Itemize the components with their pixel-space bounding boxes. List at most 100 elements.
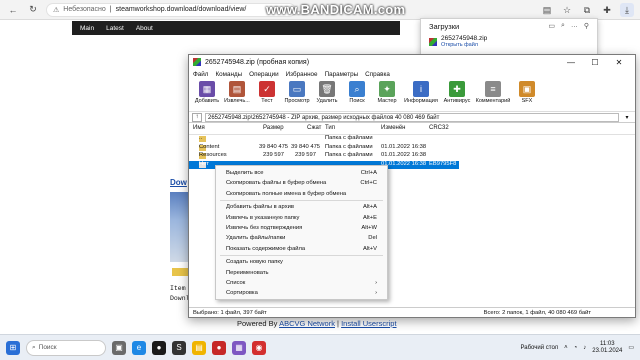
menu-delete[interactable]: Удалить файлы/папки Del [216, 233, 387, 243]
mi-shortcut: Alt+V [362, 245, 377, 252]
col-name[interactable]: Имя [193, 125, 205, 131]
obs-icon[interactable]: ● [152, 340, 166, 355]
reload-icon[interactable]: ↻ [26, 3, 40, 17]
nav-latest[interactable]: Latest [106, 25, 124, 32]
footer-link-userscript[interactable]: Install Userscript [341, 319, 396, 328]
bandicam-icon[interactable]: ◉ [252, 340, 266, 355]
extract-label: Извлечь... [224, 98, 250, 104]
antivirus-button[interactable]: ✚ Антивирус [441, 81, 473, 111]
taskbar-search[interactable]: ⌕ Поиск [26, 339, 106, 356]
explorer-icon[interactable]: ▤ [192, 340, 206, 355]
chevron-down-icon[interactable]: ▾ [622, 114, 632, 121]
menu-new-folder[interactable]: Создать новую папку [216, 257, 387, 267]
extensions-icon[interactable]: ✚ [600, 3, 614, 17]
minimize-icon[interactable]: — [559, 58, 583, 67]
menu-view-mode[interactable]: Список › [216, 278, 387, 288]
app-icon[interactable]: ● [212, 340, 226, 355]
mi-label: Выделить все [226, 170, 264, 176]
menu-rename[interactable]: Переименовать [216, 268, 387, 278]
open-file-link[interactable]: Открыть файл [441, 42, 487, 48]
close-icon[interactable]: ✕ [607, 58, 631, 67]
folder-icon[interactable]: ▭ [548, 22, 555, 30]
col-type[interactable]: Тип [325, 125, 335, 131]
menu-copy-files[interactable]: Скопировать файлы в буфер обмена Ctrl+C [216, 178, 387, 188]
menu-help[interactable]: Справка [365, 71, 390, 78]
search-icon[interactable]: ⌕ [561, 22, 565, 30]
more-icon[interactable]: … [571, 22, 578, 30]
delete-button[interactable]: 🗑 Удалить [313, 81, 341, 111]
menu-extract-to[interactable]: Извлечь в указанную папку Alt+E [216, 213, 387, 223]
col-packed[interactable]: Сжат [307, 125, 321, 131]
sfx-icon: ▣ [519, 81, 535, 97]
mi-label: Сортировка [226, 290, 258, 297]
chevron-up-icon[interactable]: ˄ [564, 345, 568, 351]
menu-view-file[interactable]: Показать содержимое файла Alt+V [216, 244, 387, 254]
winrar-taskbar-icon[interactable]: ▦ [232, 340, 246, 355]
network-icon[interactable]: ◔ [574, 345, 578, 351]
col-modified[interactable]: Изменён [381, 125, 406, 131]
test-label: Тест [261, 98, 273, 104]
split-icon[interactable]: ⧉ [580, 3, 594, 17]
menu-separator [220, 255, 383, 257]
menu-commands[interactable]: Команды [215, 71, 242, 78]
comment-icon: ≡ [485, 81, 501, 97]
start-icon[interactable]: ⊞ [6, 340, 20, 355]
favorites-icon[interactable]: ☆ [560, 3, 574, 17]
sfx-button[interactable]: ▣ SFX [513, 81, 541, 111]
nav-main[interactable]: Main [80, 25, 94, 32]
extract-button[interactable]: ▤ Извлечь... [223, 81, 251, 111]
winrar-titlebar[interactable]: 2652745948.zip (пробная копия) — ☐ ✕ [189, 55, 635, 69]
download-link[interactable]: Dow [170, 178, 187, 187]
antivirus-label: Антивирус [443, 98, 471, 104]
volume-icon[interactable]: ♪ [583, 345, 586, 351]
row-name: Resources [199, 152, 227, 158]
address-bar[interactable]: ⚠ Небезопасно | steamworkshop.download/d… [46, 2, 296, 17]
task-view-icon[interactable]: ▣ [112, 340, 126, 355]
footer-link-abcvg[interactable]: ABCVG Network [279, 319, 335, 328]
clock[interactable]: 11:03 23.01.2024 [592, 341, 622, 355]
download-item[interactable]: 2652745948.zip Открыть файл [421, 33, 597, 50]
find-icon: ⌕ [349, 81, 365, 97]
info-button[interactable]: i Информация [403, 81, 439, 111]
find-button[interactable]: ⌕ Поиск [343, 81, 371, 111]
col-size[interactable]: Размер [263, 125, 284, 131]
up-folder-icon[interactable]: ↑ [192, 112, 202, 122]
menu-sort[interactable]: Сортировка › [216, 288, 387, 298]
file-row[interactable]: .. Папка с файлами [189, 135, 635, 144]
mi-shortcut: Ctrl+A [360, 170, 377, 176]
wizard-button[interactable]: ✦ Мастер [373, 81, 401, 111]
edge-icon[interactable]: e [132, 340, 146, 355]
mi-label: Показать содержимое файла [226, 245, 306, 252]
menu-favorites[interactable]: Избранное [286, 71, 318, 78]
file-row[interactable]: Resources 239 597 239 597 Папка с файлам… [189, 152, 635, 161]
mi-label: Создать новую папку [226, 259, 283, 266]
maximize-icon[interactable]: ☐ [583, 58, 607, 67]
menu-add-to-archive[interactable]: Добавить файлы в архив Alt+A [216, 202, 387, 212]
notifications-icon[interactable]: ▭ [628, 344, 634, 351]
archive-path[interactable]: 2652745948.zip\2652745948 - ZIP архив, р… [205, 112, 619, 122]
collections-icon[interactable]: ▤ [540, 3, 554, 17]
add-button[interactable]: ▦ Добавить [193, 81, 221, 111]
pin-icon[interactable]: ⚲ [584, 22, 589, 30]
view-button[interactable]: ▭ Просмотр [283, 81, 311, 111]
menu-operations[interactable]: Операции [249, 71, 278, 78]
steam-icon[interactable]: S [172, 340, 186, 355]
menu-separator [220, 200, 383, 202]
path-bar: ↑ 2652745948.zip\2652745948 - ZIP архив,… [189, 112, 635, 123]
menu-select-all[interactable]: Выделить все Ctrl+A [216, 168, 387, 178]
back-icon[interactable]: ← [6, 3, 20, 17]
menu-file[interactable]: Файл [193, 71, 208, 78]
item-info: Item Downl [170, 284, 190, 304]
add-label: Добавить [194, 98, 220, 104]
winrar-menubar: Файл Команды Операции Избранное Параметр… [189, 69, 635, 80]
comment-button[interactable]: ≡ Комментарий [475, 81, 511, 111]
menu-extract-here[interactable]: Извлечь без подтверждения Alt+W [216, 223, 387, 233]
downloads-icon[interactable]: ⤓ [620, 3, 634, 17]
col-crc[interactable]: CRC32 [429, 125, 449, 131]
menu-options[interactable]: Параметры [325, 71, 359, 78]
desktop-label[interactable]: Рабочий стол [520, 345, 558, 351]
test-button[interactable]: ✓ Тест [253, 81, 281, 111]
file-row[interactable]: Content 39 840 475 39 840 475 Папка с фа… [189, 144, 635, 153]
nav-about[interactable]: About [136, 25, 153, 32]
menu-copy-names[interactable]: Скопировать полные имена в буфер обмена [216, 189, 387, 199]
